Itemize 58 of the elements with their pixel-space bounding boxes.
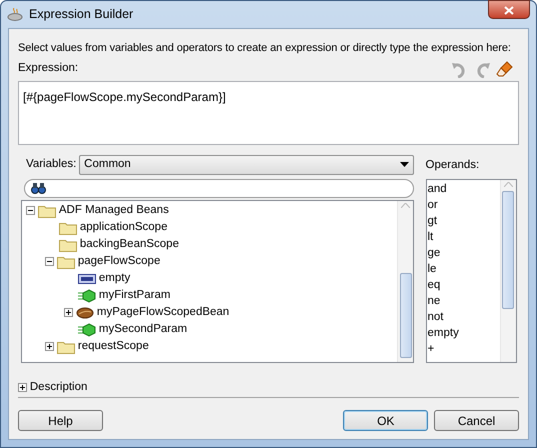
expand-toggle[interactable] — [18, 382, 27, 392]
operand-item[interactable]: gt — [426, 212, 500, 228]
folder-icon — [56, 340, 75, 354]
tree-item[interactable]: applicationScope — [80, 219, 168, 236]
dialog-button[interactable]: Cancel — [434, 410, 519, 431]
close-icon — [504, 6, 514, 15]
dialog-button[interactable]: Help — [18, 410, 103, 431]
tree-item[interactable]: pageFlowScope — [78, 253, 160, 270]
scrollbar[interactable] — [397, 201, 413, 362]
expression-label: Expression: — [18, 61, 78, 76]
cube-icon — [78, 288, 96, 303]
tree-item[interactable]: empty — [98, 270, 130, 288]
operand-item[interactable]: ge — [426, 244, 500, 260]
scroll-up-icon — [504, 182, 512, 186]
tree-item[interactable]: ADF Managed Beans — [58, 202, 169, 220]
coffee-cup-icon — [7, 8, 23, 22]
operand-item[interactable]: lt — [426, 228, 500, 244]
close-button[interactable] — [488, 0, 530, 19]
operand-item[interactable]: empty — [426, 324, 500, 340]
tree-item[interactable]: requestScope — [78, 338, 149, 356]
operand-item[interactable]: le — [426, 260, 500, 276]
variables-dropdown[interactable]: Common — [79, 154, 414, 174]
variables-label: Variables: — [26, 156, 76, 172]
expression-field[interactable]: [#{pageFlowScope.mySecondParam}] — [18, 80, 519, 144]
expand-toggle[interactable] — [44, 342, 54, 352]
operand-item[interactable]: or — [426, 196, 500, 212]
cube-icon — [78, 322, 96, 337]
folder-icon — [58, 238, 77, 252]
folder-icon — [58, 220, 77, 235]
operand-item[interactable]: + — [426, 340, 500, 356]
bean-icon — [76, 306, 94, 319]
dialog-button[interactable]: OK — [343, 410, 428, 431]
operand-item[interactable]: ne — [426, 292, 500, 308]
search-field[interactable] — [24, 178, 414, 198]
collapse-toggle[interactable] — [26, 206, 35, 216]
tree-item[interactable]: myFirstParam — [98, 287, 170, 304]
description-toggle[interactable]: Description — [30, 378, 88, 396]
tree-item[interactable]: backingBeanScope — [80, 236, 179, 254]
scrollbar-thumb[interactable] — [400, 273, 412, 358]
scrollbar-thumb[interactable] — [502, 190, 514, 308]
folder-icon — [38, 204, 56, 218]
scrollbar[interactable] — [500, 180, 516, 362]
operand-item[interactable]: and — [426, 180, 500, 196]
window-title: Expression Builder — [29, 6, 134, 24]
expand-toggle[interactable] — [64, 308, 73, 318]
dropdown-arrow-icon — [400, 162, 409, 167]
eraser-icon[interactable] — [496, 60, 514, 78]
tree-item[interactable]: myPageFlowScopedBean — [96, 304, 230, 322]
tree-item[interactable]: mySecondParam — [98, 321, 188, 338]
operands-label: Operands: — [426, 158, 480, 172]
collapse-toggle[interactable] — [44, 257, 54, 266]
operand-item[interactable]: not — [426, 308, 500, 324]
binoculars-icon — [30, 182, 46, 194]
scroll-up-icon — [401, 203, 410, 208]
operand-item[interactable]: eq — [426, 276, 500, 292]
instruction-text: Select values from variables and operators to create an expression or directly type the expression here: — [18, 40, 512, 56]
variable-icon — [78, 274, 96, 284]
folder-icon — [56, 254, 75, 269]
